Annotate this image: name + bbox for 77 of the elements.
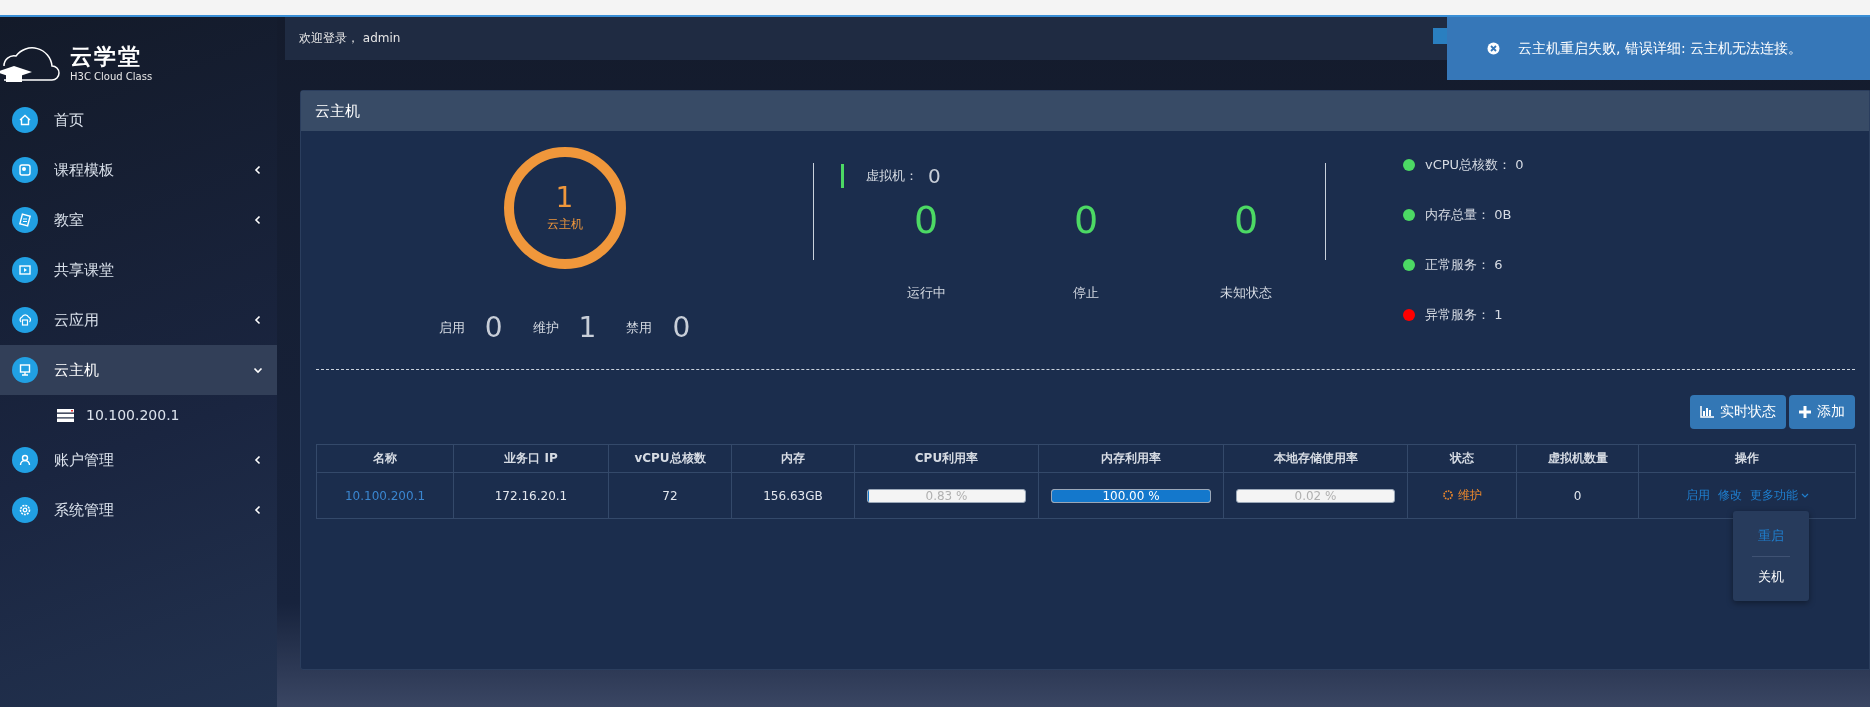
summary-text: 正常服务： 6 [1425, 256, 1503, 274]
error-icon [1487, 42, 1500, 55]
panel-title: 云主机 [315, 101, 360, 121]
vm-state-label: 未知状态 [1220, 284, 1272, 302]
count-value: 1 [578, 311, 597, 344]
disk-icon [12, 157, 38, 183]
bar-chart-icon [1700, 406, 1714, 418]
sidebar-item[interactable]: 共享课堂 [0, 245, 277, 295]
logo-subtitle: H3C Cloud Class [70, 71, 153, 82]
chevron-left-icon [253, 505, 263, 515]
progress-text: 100.00 % [1101, 489, 1161, 502]
table-cell: 0 [1573, 488, 1582, 503]
summary-text: 异常服务： 1 [1425, 306, 1503, 324]
column-header: 状态 [1407, 444, 1517, 473]
column-header: 本地存储使用率 [1223, 444, 1408, 473]
sidebar-item[interactable]: 系统管理 [0, 485, 277, 535]
summary-text: vCPU总核数： 0 [1425, 156, 1524, 174]
table-cell: 172.16.20.1 [494, 488, 568, 503]
add-button[interactable]: 添加 [1789, 395, 1855, 429]
column-header: 业务口 IP [453, 444, 609, 473]
cloud-icon [12, 307, 38, 333]
vm-value: 0 [928, 164, 941, 188]
chevron-down-icon [1800, 492, 1809, 499]
column-header: 名称 [316, 444, 454, 473]
status-label: 维护 [1442, 486, 1482, 504]
logo-name: 云学堂 [70, 46, 143, 68]
chevron-left-icon [253, 215, 263, 225]
count-label: 启用 [438, 318, 465, 337]
column-header: 虚拟机数量 [1516, 444, 1639, 473]
vm-state-label: 运行中 [906, 284, 946, 302]
progress-text: 0.02 % [1293, 489, 1338, 502]
host-label: 云主机 [546, 215, 583, 233]
chevron-left-icon [253, 315, 263, 325]
sidebar-item[interactable]: 云主机 [0, 345, 277, 395]
welcome-text: 欢迎登录， admin [299, 30, 401, 47]
sidebar-subitem[interactable]: 10.100.200.1 [0, 395, 277, 435]
progress-text: 0.83 % [924, 489, 969, 502]
sidebar-item[interactable]: 首页 [0, 95, 277, 145]
vm-label: 虚拟机： [866, 167, 918, 185]
accent-bar [841, 164, 844, 188]
table-cell: 72 [662, 488, 678, 503]
chevron-left-icon [253, 165, 263, 175]
host-link[interactable]: 10.100.200.1 [344, 488, 426, 503]
count-label: 维护 [532, 318, 559, 337]
vm-state-count: 0 [1073, 201, 1099, 239]
sidebar-item[interactable]: 课程模板 [0, 145, 277, 195]
vm-state-count: 0 [913, 201, 939, 239]
host-count: 1 [555, 183, 574, 212]
vm-state-label: 停止 [1073, 284, 1099, 302]
vm-state-count: 0 [1233, 201, 1259, 239]
play-icon [12, 257, 38, 283]
chevron-left-icon [253, 455, 263, 465]
plus-icon [1799, 406, 1811, 418]
count-label: 禁用 [626, 318, 653, 337]
menu-item[interactable]: 关机 [1758, 562, 1784, 592]
column-header: CPU利用率 [854, 444, 1039, 473]
count-value: 0 [484, 311, 503, 344]
status-button[interactable]: 实时状态 [1690, 395, 1786, 429]
chevron-down-icon [253, 365, 263, 375]
sidebar-item[interactable]: 教室 [0, 195, 277, 245]
document-icon [12, 207, 38, 233]
gear-icon [1442, 489, 1454, 502]
user-icon [12, 447, 38, 473]
server-icon [57, 408, 74, 422]
home-icon [12, 107, 38, 133]
toast-message: 云主机重启失败, 错误详细: 云主机无法连接。 [1518, 39, 1803, 58]
gear-icon [12, 497, 38, 523]
column-header: 内存利用率 [1038, 444, 1224, 473]
column-header: 内存 [731, 444, 855, 473]
monitor-icon [12, 357, 38, 383]
column-header: vCPU总核数 [608, 444, 732, 473]
column-header: 操作 [1638, 444, 1856, 473]
sidebar-item[interactable]: 账户管理 [0, 435, 277, 485]
table-cell: 156.63GB [763, 488, 823, 503]
count-value: 0 [672, 311, 691, 344]
summary-text: 内存总量： 0B [1425, 206, 1512, 224]
sidebar-item[interactable]: 云应用 [0, 295, 277, 345]
